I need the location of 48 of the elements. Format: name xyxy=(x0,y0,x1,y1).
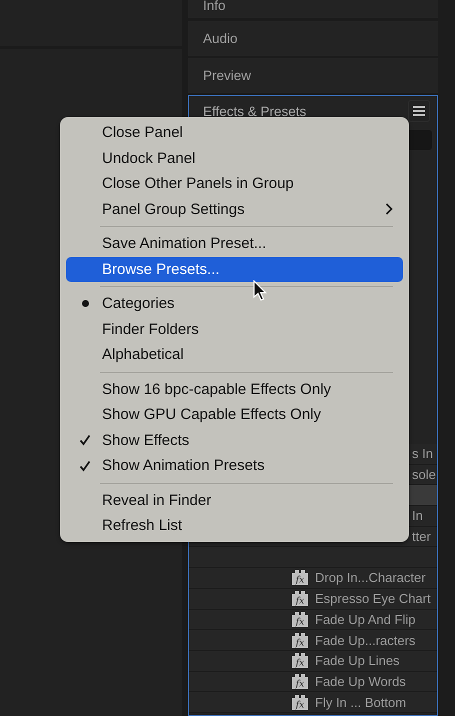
effect-preset-icon: fx xyxy=(292,653,308,668)
panel-tab[interactable]: Audio xyxy=(188,21,438,56)
panel-tab[interactable]: Info xyxy=(188,0,438,18)
effect-name[interactable]: Drop In...Character xyxy=(315,570,426,586)
menu-item[interactable]: Refresh List xyxy=(66,513,403,538)
cursor-icon xyxy=(253,280,267,302)
menu-button[interactable] xyxy=(408,100,430,122)
menu-item[interactable]: Show Effects xyxy=(66,428,403,453)
effect-name[interactable]: Fly In ... Bottom xyxy=(315,694,406,710)
menu-item[interactable]: Close Panel xyxy=(66,120,403,146)
panel-title: Effects & Presets xyxy=(203,104,306,118)
menu-item[interactable]: Show Animation Presets xyxy=(66,453,403,478)
list-row[interactable]: fx Fade Up Words xyxy=(189,672,437,692)
effect-name[interactable]: In xyxy=(412,508,423,524)
list-row[interactable]: fx Fade Up...racters xyxy=(189,630,437,651)
menu-item[interactable]: Categories xyxy=(66,291,403,316)
menu-item[interactable]: Browse Presets... xyxy=(66,256,403,282)
effect-name[interactable]: tter xyxy=(412,529,431,544)
menu-item[interactable]: Finder Folders xyxy=(66,316,403,342)
list-row[interactable]: fx Fade Up And Flip xyxy=(189,610,437,630)
menu-item[interactable]: Reveal in Finder xyxy=(66,488,403,513)
effect-name[interactable]: Espresso Eye Chart xyxy=(315,591,431,606)
menu-item[interactable]: Save Animation Preset... xyxy=(66,231,403,256)
effect-name[interactable]: sole xyxy=(412,467,436,482)
list-row[interactable]: fx Fade Up Lines xyxy=(189,650,437,672)
list-row[interactable]: fx Drop In...Character xyxy=(189,568,437,589)
effect-preset-icon: fx xyxy=(292,591,308,606)
effect-preset-icon: fx xyxy=(292,570,308,586)
chevron-icon xyxy=(385,203,393,216)
menu-item[interactable]: Show GPU Capable Effects Only xyxy=(66,402,403,428)
menu-icon xyxy=(413,106,425,116)
effect-name[interactable]: s In xyxy=(412,446,433,462)
list-row[interactable]: fx Espresso Eye Chart xyxy=(189,588,437,610)
menu-item[interactable]: Alphabetical xyxy=(66,342,403,368)
effect-preset-icon: fx xyxy=(292,632,308,648)
menu-item[interactable]: Close Other Panels in Group xyxy=(66,171,403,196)
effect-name[interactable]: Fade Up And Flip xyxy=(315,612,416,627)
effect-preset-icon: fx xyxy=(292,612,308,627)
effect-name[interactable]: Fade Up...racters xyxy=(315,632,416,648)
effect-preset-icon: fx xyxy=(292,694,308,710)
effect-name[interactable]: Fade Up Words xyxy=(315,674,406,689)
menu-item[interactable]: Show 16 bpc-capable Effects Only xyxy=(66,376,403,402)
effect-name[interactable]: Fade Up Lines xyxy=(315,653,400,668)
panel-tab[interactable]: Preview xyxy=(188,58,438,93)
list-row[interactable]: fx Fly In ... Bottom xyxy=(189,692,437,713)
effect-preset-icon: fx xyxy=(292,674,308,689)
menu-item[interactable]: Undock Panel xyxy=(66,146,403,171)
menu-item[interactable]: Panel Group Settings xyxy=(66,196,403,222)
